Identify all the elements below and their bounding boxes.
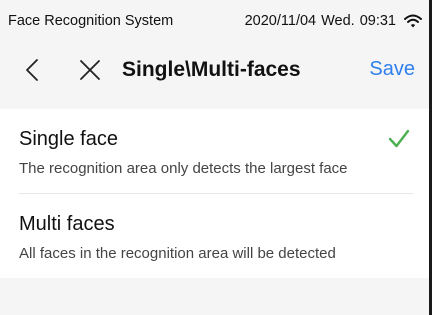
status-info: 2020/11/04 Wed. 09:31: [245, 13, 422, 29]
nav-bar: Single\Multi-faces Save: [0, 42, 432, 98]
checkmark-icon: [388, 129, 410, 148]
page-title: Single\Multi-faces: [122, 58, 301, 81]
option-description: All faces in the recognition area will b…: [19, 245, 336, 262]
status-date: 2020/11/04: [244, 13, 317, 29]
close-icon[interactable]: [77, 57, 103, 83]
option-title: Multi faces: [19, 213, 115, 235]
option-single-face[interactable]: Single face The recognition area only de…: [0, 109, 432, 194]
app-screen: Face Recognition System 2020/11/04 Wed. …: [0, 0, 432, 315]
status-weekday: Wed.: [321, 13, 355, 29]
option-description: The recognition area only detects the la…: [19, 160, 348, 177]
status-time: 09:31: [359, 13, 396, 29]
chevron-left-icon[interactable]: [20, 56, 46, 84]
option-title: Single face: [19, 128, 118, 150]
option-list: Single face The recognition area only de…: [0, 109, 432, 278]
option-multi-faces[interactable]: Multi faces All faces in the recognition…: [0, 194, 432, 278]
save-button[interactable]: Save: [369, 58, 415, 81]
status-bar: Face Recognition System 2020/11/04 Wed. …: [0, 0, 432, 42]
wifi-icon: [404, 14, 422, 28]
status-app-name: Face Recognition System: [8, 13, 174, 29]
